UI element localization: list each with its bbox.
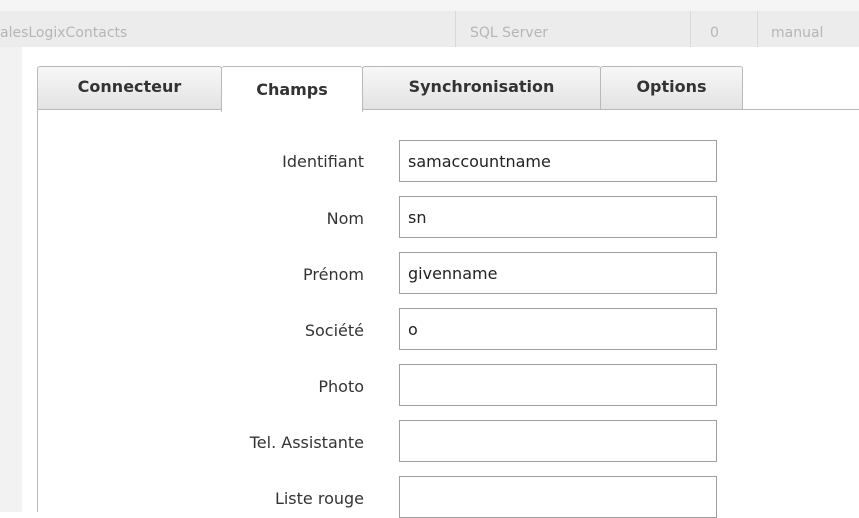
photo-input[interactable] xyxy=(399,364,717,406)
table-cell-name: alesLogixContacts xyxy=(0,25,128,41)
background-left-strip xyxy=(0,47,22,512)
identifiant-input[interactable] xyxy=(399,140,717,182)
tab-options[interactable]: Options xyxy=(600,66,743,109)
field-label-societe: Société xyxy=(304,321,364,340)
prenom-input[interactable] xyxy=(399,252,717,294)
column-divider xyxy=(690,11,691,47)
tab-connecteur[interactable]: Connecteur xyxy=(37,66,222,109)
field-label-photo: Photo xyxy=(318,377,364,396)
tab-baseline xyxy=(37,109,859,110)
settings-dialog: Connecteur Champs Synchronisation Option… xyxy=(22,47,859,518)
field-label-identifiant: Identifiant xyxy=(282,152,364,171)
nom-input[interactable] xyxy=(399,196,717,238)
table-cell-count: 0 xyxy=(710,25,719,41)
tab-champs[interactable]: Champs xyxy=(221,66,363,112)
column-divider xyxy=(757,11,758,47)
table-cell-type: SQL Server xyxy=(470,25,549,41)
column-divider xyxy=(455,11,456,47)
field-label-nom: Nom xyxy=(326,209,364,228)
field-label-tel-assistante: Tel. Assistante xyxy=(249,433,364,452)
societe-input[interactable] xyxy=(399,308,717,350)
tel-assistante-input[interactable] xyxy=(399,420,717,462)
field-label-liste-rouge: Liste rouge xyxy=(274,489,364,508)
panel-left-border xyxy=(37,109,38,512)
tab-synchronisation[interactable]: Synchronisation xyxy=(362,66,601,109)
table-cell-mode: manual xyxy=(771,25,824,41)
field-label-prenom: Prénom xyxy=(303,265,364,284)
